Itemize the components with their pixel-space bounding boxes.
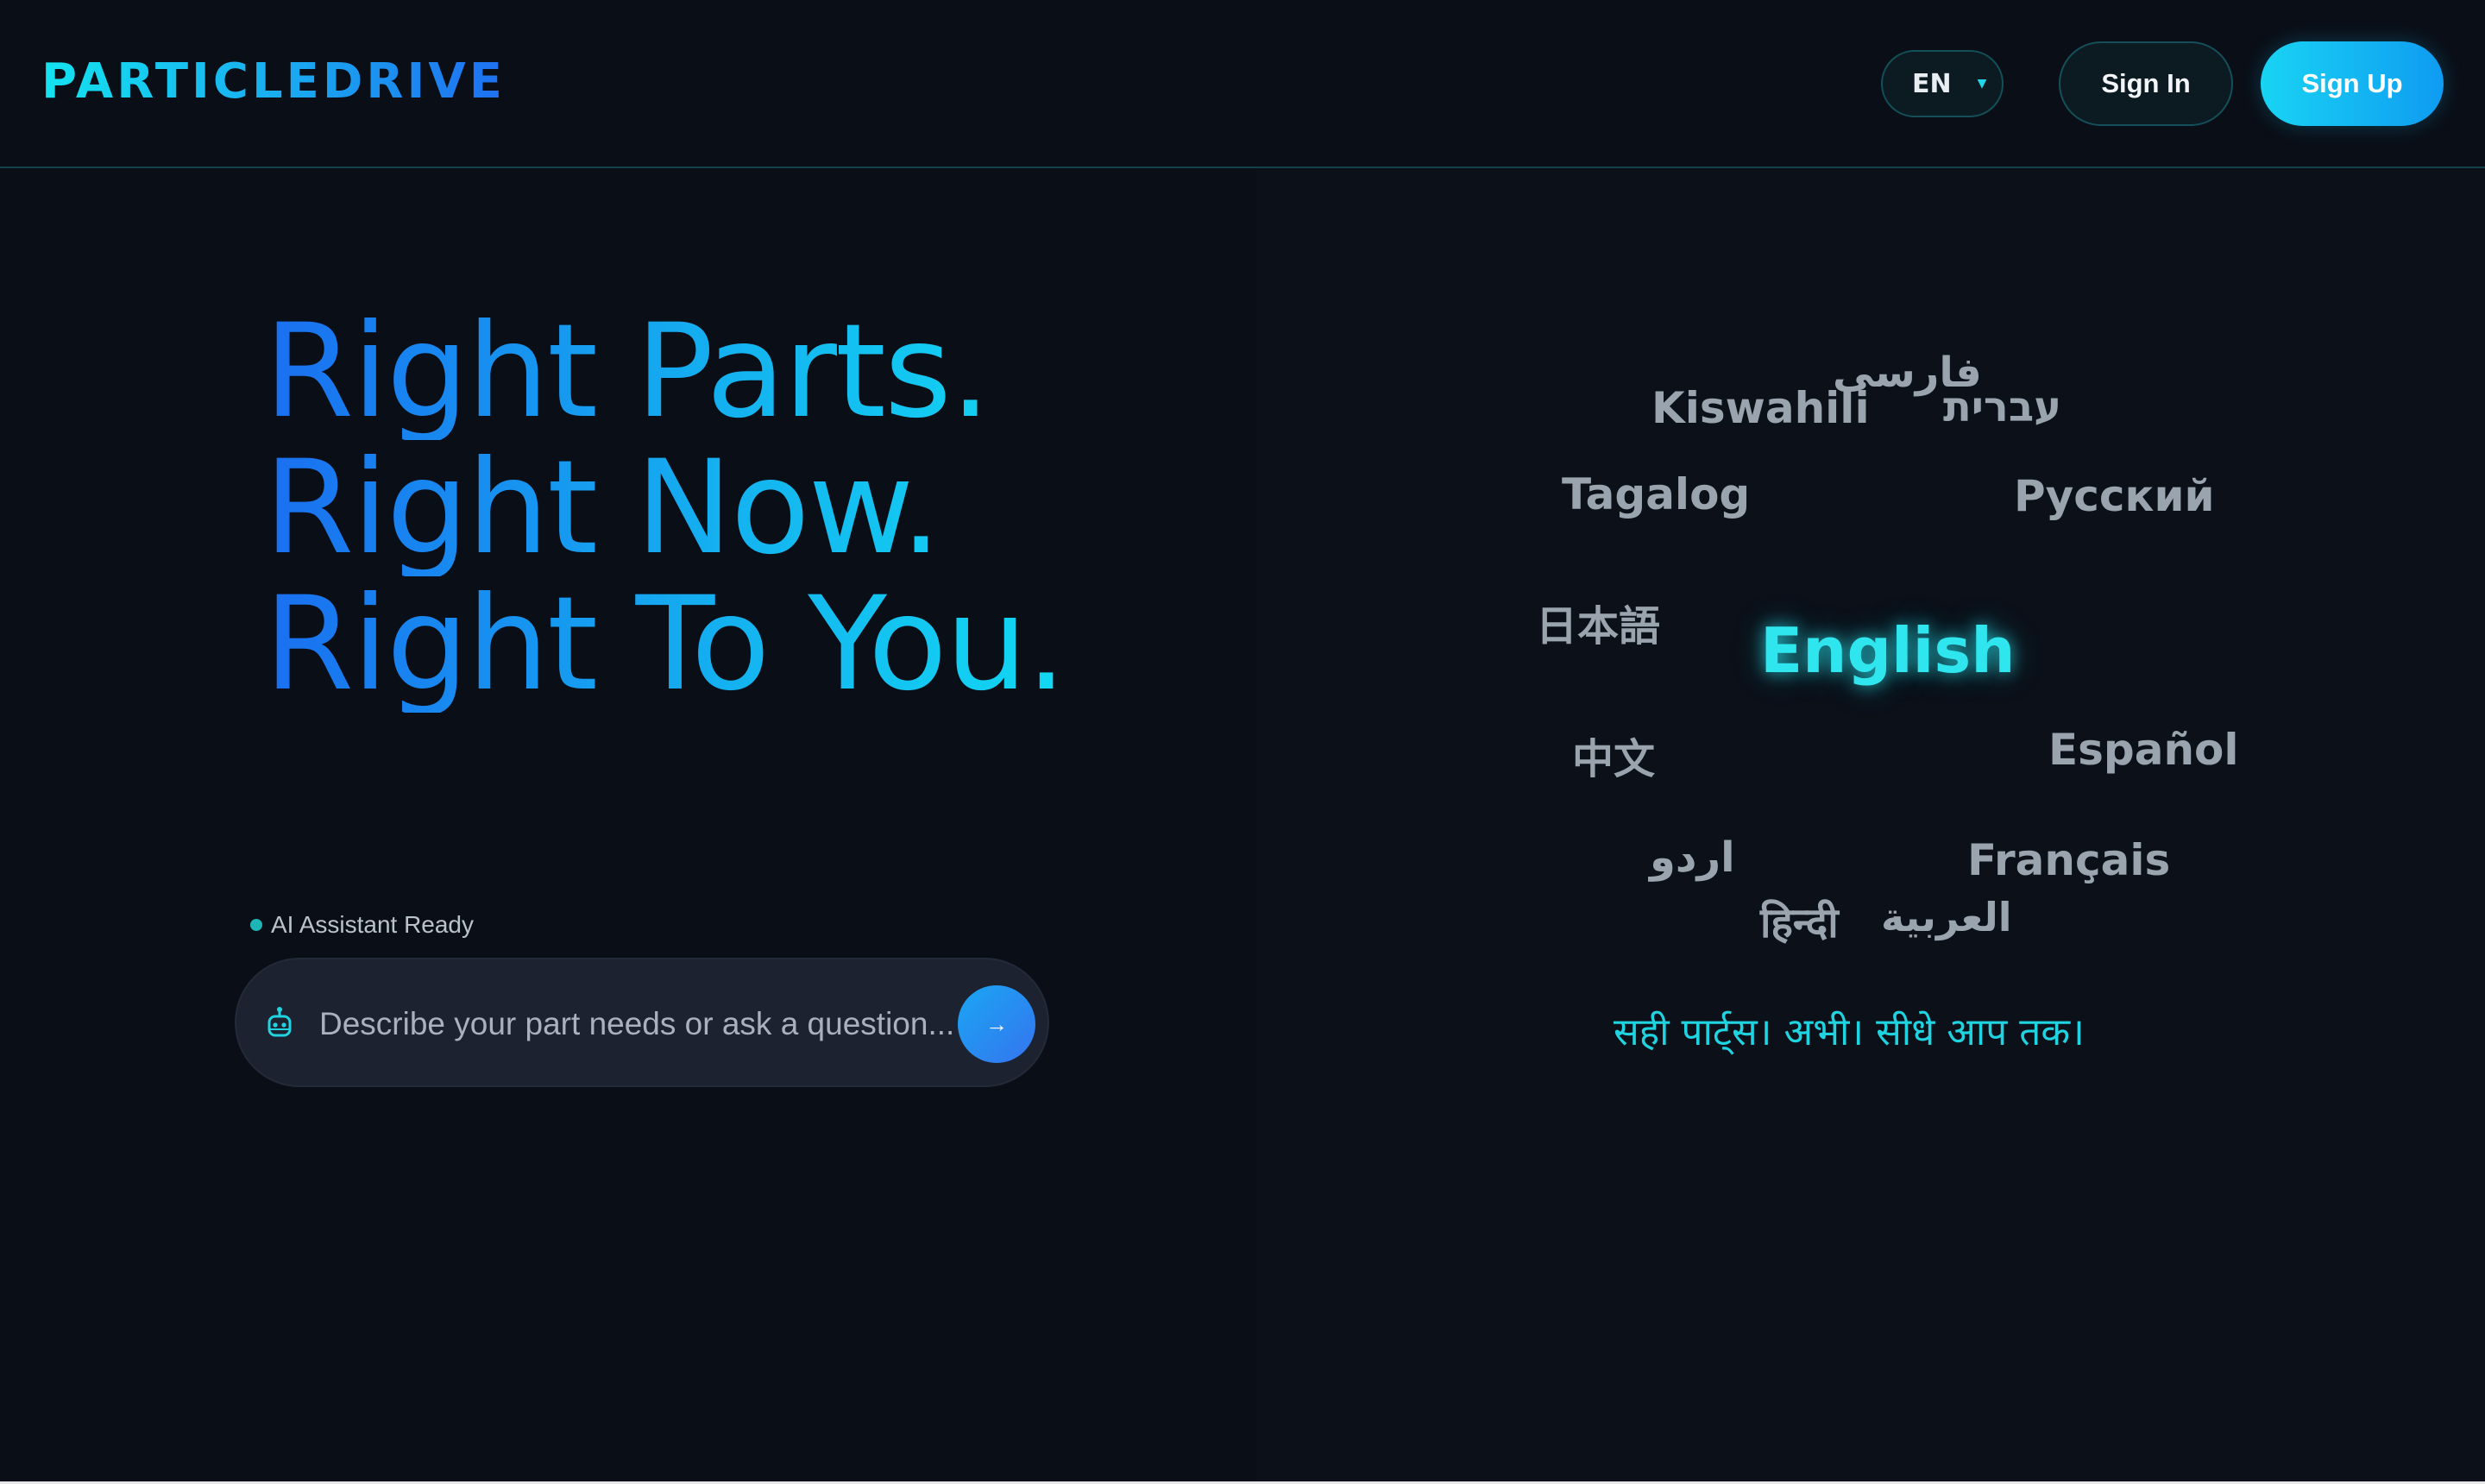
hero-line-3: Right To You.: [264, 569, 1066, 720]
arrow-right-icon: →: [985, 1010, 1008, 1037]
send-button[interactable]: →: [958, 985, 1035, 1063]
language-word-japanese[interactable]: 日本語: [1536, 592, 1660, 652]
language-word-urdu[interactable]: اردو: [1650, 833, 1735, 882]
language-word-english[interactable]: English: [1760, 614, 2015, 687]
top-navigation: PARTICLEDRIVE EN ▼ Sign In Sign Up: [0, 0, 2485, 168]
language-selector-value: EN: [1912, 68, 1952, 99]
status-dot-icon: [250, 919, 262, 931]
brand-logo[interactable]: PARTICLEDRIVE: [41, 53, 506, 110]
robot-icon: [264, 1006, 295, 1041]
language-word-spanish[interactable]: Español: [2048, 725, 2239, 775]
language-word-russian[interactable]: Русский: [2014, 471, 2215, 521]
hero-heading: Right Parts. Right Now. Right To You.: [264, 304, 1066, 713]
assistant-search-bar[interactable]: →: [235, 958, 1191, 1087]
language-word-french[interactable]: Français: [1967, 835, 2170, 885]
language-word-arabic[interactable]: العربية: [1881, 894, 2012, 940]
hero-line-1: Right Parts.: [264, 304, 1066, 440]
language-word-chinese[interactable]: 中文: [1572, 725, 1655, 785]
hero-line-2: Right Now.: [264, 440, 1066, 576]
caret-down-icon: ▼: [1977, 77, 1987, 91]
assistant-input[interactable]: [319, 994, 1191, 1054]
assistant-status: AI Assistant Ready: [250, 911, 474, 939]
language-word-tagalog[interactable]: Tagalog: [1562, 469, 1750, 519]
assistant-status-text: AI Assistant Ready: [271, 911, 475, 938]
sign-in-button[interactable]: Sign In: [2059, 41, 2233, 126]
sign-up-button[interactable]: Sign Up: [2261, 41, 2444, 126]
translated-tagline: सही पार्ट्स। अभी। सीधे आप तक।: [1614, 1010, 2085, 1054]
language-selector[interactable]: EN ▼: [1881, 50, 2004, 117]
page: PARTICLEDRIVE EN ▼ Sign In Sign Up Right…: [0, 0, 2485, 1484]
language-word-hebrew[interactable]: עברית: [1943, 383, 2061, 431]
language-word-hindi[interactable]: हिन्दी: [1760, 894, 1839, 950]
